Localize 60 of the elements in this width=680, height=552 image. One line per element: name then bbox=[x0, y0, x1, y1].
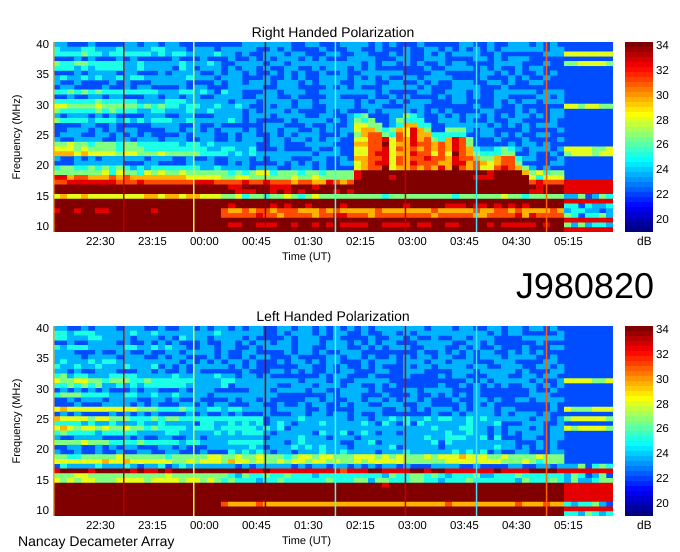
tick-label: 01:30 bbox=[294, 520, 323, 532]
tick-label: 03:00 bbox=[398, 236, 427, 248]
colorbar-tick-label: 28 bbox=[656, 398, 669, 411]
tick-label: 00:45 bbox=[242, 520, 271, 532]
colorbar-tick-label: 22 bbox=[656, 189, 669, 202]
tick-label: 03:00 bbox=[398, 520, 427, 532]
colorbar-tick-label: 30 bbox=[656, 90, 669, 102]
tick-label: 10 bbox=[36, 505, 49, 517]
plot-title: Left Handed Polarization bbox=[255, 307, 411, 326]
tick-label: 30 bbox=[36, 384, 49, 396]
colorbar-tick-label: 20 bbox=[656, 214, 669, 226]
axis-label: Frequency (MHz) bbox=[11, 378, 23, 464]
colorbar-tick-label: 26 bbox=[656, 423, 669, 436]
tick-label: 01:30 bbox=[294, 236, 323, 248]
colorbar-tick-label: 34 bbox=[656, 40, 669, 52]
axis-label: Time (UT) bbox=[282, 535, 332, 547]
plot-title: Right Handed Polarization bbox=[250, 23, 416, 42]
colorbar-unit: dB bbox=[636, 233, 653, 250]
tick-label: 10 bbox=[36, 221, 49, 233]
tick-label: 23:15 bbox=[138, 520, 167, 532]
tick-label: 40 bbox=[36, 323, 49, 335]
colorbar-tick-label: 24 bbox=[656, 448, 669, 460]
colorbar-tick-label: 20 bbox=[656, 498, 669, 510]
colorbar-tick-label: 32 bbox=[656, 348, 669, 361]
colorbar-tick-label: 28 bbox=[656, 114, 669, 127]
tick-label: 02:15 bbox=[346, 520, 375, 532]
tick-label: 04:30 bbox=[502, 520, 531, 532]
tick-label: 05:15 bbox=[554, 520, 583, 532]
tick-label: 00:00 bbox=[190, 236, 219, 248]
tick-label: 15 bbox=[36, 474, 49, 487]
tick-label: 20 bbox=[36, 444, 49, 456]
tick-label: 35 bbox=[36, 353, 49, 366]
event-id: J980820 bbox=[516, 266, 654, 306]
axis-label: Time (UT) bbox=[282, 250, 332, 262]
tick-label: 00:45 bbox=[242, 236, 271, 248]
colorbar-tick-label: 32 bbox=[656, 64, 669, 77]
tick-label: 40 bbox=[36, 39, 49, 51]
colorbar-unit: dB bbox=[636, 517, 653, 534]
tick-label: 03:45 bbox=[450, 236, 479, 248]
tick-label: 15 bbox=[36, 190, 49, 203]
colorbar-tick-label: 34 bbox=[656, 324, 669, 336]
tick-label: 22:30 bbox=[86, 236, 115, 248]
colorbar-tick-label: 22 bbox=[656, 473, 669, 486]
tick-label: 23:15 bbox=[138, 236, 167, 248]
colorbar-tick-label: 26 bbox=[656, 139, 669, 152]
tick-label: 00:00 bbox=[190, 520, 219, 532]
tick-label: 20 bbox=[36, 160, 49, 172]
tick-label: 25 bbox=[36, 130, 49, 142]
tick-label: 03:45 bbox=[450, 520, 479, 532]
tick-label: 30 bbox=[36, 100, 49, 112]
colorbar-tick-label: 24 bbox=[656, 164, 669, 176]
tick-label: 02:15 bbox=[346, 236, 375, 248]
tick-label: 22:30 bbox=[86, 520, 115, 532]
tick-label: 05:15 bbox=[554, 236, 583, 248]
instrument-name: Nancay Decameter Array bbox=[17, 533, 176, 549]
colorbar-tick-label: 30 bbox=[656, 374, 669, 386]
axis-label: Frequency (MHz) bbox=[11, 94, 23, 180]
tick-label: 25 bbox=[36, 414, 49, 426]
tick-label: 04:30 bbox=[502, 236, 531, 248]
tick-label: 35 bbox=[36, 69, 49, 82]
